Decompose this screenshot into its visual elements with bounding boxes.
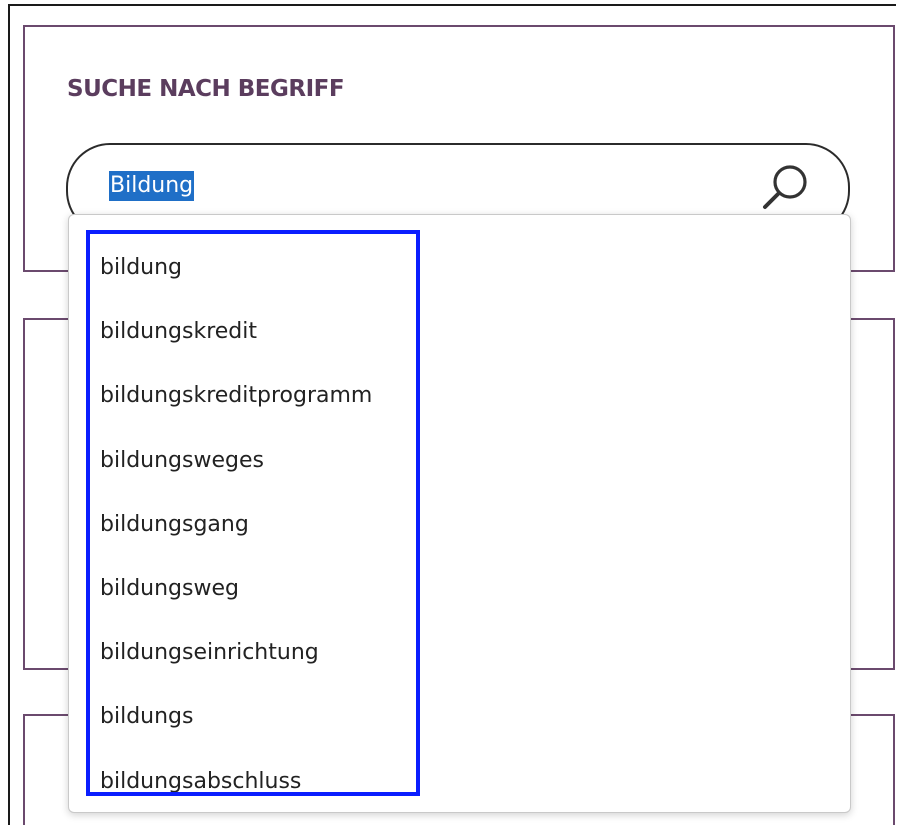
- suggestion-item[interactable]: bildungseinrichtung: [100, 621, 372, 685]
- page: SUCHE NACH BEGRIFF Bildung bildung bildun…: [0, 0, 899, 825]
- suggestion-item[interactable]: bildungs: [100, 685, 372, 749]
- search-icon[interactable]: [760, 160, 812, 212]
- suggestion-item[interactable]: bildungsgang: [100, 493, 372, 557]
- suggestion-item[interactable]: bildungsweges: [100, 429, 372, 493]
- suggestion-item[interactable]: bildung: [100, 236, 372, 300]
- search-input-value[interactable]: Bildung: [109, 171, 195, 201]
- section-title: SUCHE NACH BEGRIFF: [67, 76, 345, 102]
- suggestion-item[interactable]: bildungskredit: [100, 300, 372, 364]
- suggestion-list: bildung bildungskredit bildungskreditprogr…: [100, 236, 372, 814]
- suggestion-item[interactable]: bildungsweg: [100, 557, 372, 621]
- suggestion-item[interactable]: bildungsabschluss: [100, 750, 372, 814]
- suggestion-item[interactable]: bildungskreditprogramm: [100, 364, 372, 428]
